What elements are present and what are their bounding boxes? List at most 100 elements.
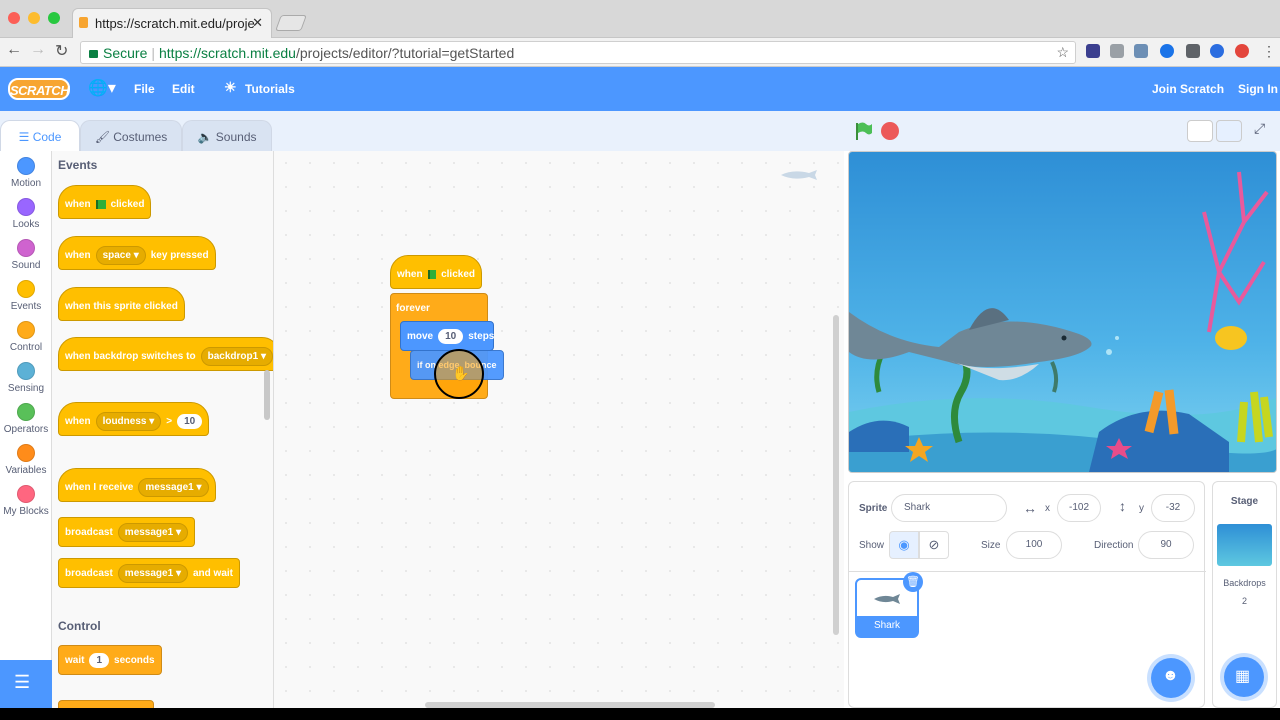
- backdrop-dropdown[interactable]: backdrop1 ▾: [200, 346, 273, 366]
- block-when-i-receive[interactable]: when I receive message1 ▾: [58, 468, 216, 502]
- scratch-logo[interactable]: SCRATCH: [8, 78, 70, 100]
- wait-input[interactable]: 1: [89, 652, 110, 668]
- message-dropdown[interactable]: message1 ▾: [117, 522, 188, 542]
- camera-extension-icon[interactable]: [1110, 44, 1124, 58]
- secure-label: Secure: [103, 45, 148, 61]
- category-motion[interactable]: Motion: [0, 157, 52, 189]
- tab-costumes[interactable]: 🖌 Costumes: [80, 120, 182, 151]
- close-window-icon[interactable]: [8, 12, 20, 24]
- block-text: forever: [396, 303, 430, 314]
- script-move-steps[interactable]: move 10 steps: [400, 321, 494, 351]
- sign-in-link[interactable]: Sign In: [1238, 82, 1278, 96]
- file-menu[interactable]: File: [134, 82, 155, 96]
- search-extension-icon[interactable]: [1210, 44, 1224, 58]
- show-visible-button[interactable]: ◉: [889, 531, 919, 559]
- reload-icon[interactable]: ↻: [55, 41, 68, 61]
- extension-icon-4[interactable]: [1160, 44, 1174, 58]
- key-dropdown[interactable]: space ▾: [95, 245, 146, 265]
- script-area[interactable]: when clicked forever move 10 steps if on …: [274, 151, 1094, 708]
- block-when-sprite-clicked[interactable]: when this sprite clicked: [58, 287, 185, 321]
- category-dot-icon: [17, 239, 35, 257]
- extension-icon-7[interactable]: [1235, 44, 1249, 58]
- extension-icon-3[interactable]: [1134, 44, 1148, 58]
- dropdown-value: space: [102, 249, 131, 261]
- minimize-window-icon[interactable]: [28, 12, 40, 24]
- x-position-input[interactable]: -102: [1057, 494, 1101, 522]
- category-label: Events: [10, 301, 42, 312]
- stage-backdrop-thumbnail[interactable]: [1217, 524, 1272, 566]
- block-broadcast-and-wait[interactable]: broadcast message1 ▾ and wait: [58, 558, 240, 588]
- block-when-backdrop-switches[interactable]: when backdrop switches to backdrop1 ▾: [58, 337, 273, 371]
- forward-arrow-icon[interactable]: →: [30, 41, 46, 59]
- add-extension-icon: ☰: [14, 672, 31, 692]
- lock-icon: [89, 50, 98, 58]
- category-variables[interactable]: Variables: [0, 444, 52, 476]
- tutorials-menu[interactable]: Tutorials: [245, 82, 295, 96]
- direction-input[interactable]: 90: [1138, 531, 1194, 559]
- choose-sprite-button[interactable]: ☻: [1151, 658, 1191, 698]
- delete-sprite-icon[interactable]: 🗑: [903, 572, 923, 592]
- x-arrows-icon: ↔: [1023, 500, 1037, 516]
- script-vertical-scrollbar[interactable]: [833, 315, 839, 635]
- sprite-thumbnail-shark[interactable]: Shark 🗑: [855, 572, 923, 638]
- browser-menu-icon[interactable]: ⋮: [1262, 43, 1276, 60]
- green-flag-button[interactable]: [853, 121, 873, 141]
- category-looks[interactable]: Looks: [0, 198, 52, 230]
- block-text: when I receive: [65, 481, 134, 493]
- block-text: when: [397, 268, 423, 280]
- block-when-loudness[interactable]: when loudness ▾ > 10: [58, 402, 210, 436]
- normal-stage-button[interactable]: [1216, 120, 1242, 142]
- new-tab-button[interactable]: [275, 15, 307, 31]
- y-position-input[interactable]: -32: [1151, 494, 1195, 522]
- loudness-dropdown[interactable]: loudness ▾: [95, 411, 162, 431]
- category-sound[interactable]: Sound: [0, 239, 52, 271]
- stage-canvas[interactable]: [848, 151, 1277, 473]
- message-dropdown[interactable]: message1 ▾: [138, 477, 209, 497]
- stage-header: ⤢: [845, 111, 1280, 151]
- back-arrow-icon[interactable]: ←: [6, 41, 22, 59]
- extension-icon-1[interactable]: [1086, 44, 1100, 58]
- bookmark-star-icon[interactable]: ☆: [1056, 44, 1069, 61]
- small-stage-button[interactable]: [1187, 120, 1213, 142]
- join-scratch-link[interactable]: Join Scratch: [1152, 82, 1224, 96]
- category-events[interactable]: Events: [0, 280, 52, 312]
- stop-button[interactable]: [881, 122, 899, 140]
- scratch-menu-bar: SCRATCH 🌐▾ File Edit ☀ Tutorials Join Sc…: [0, 67, 1280, 111]
- globe-icon[interactable]: 🌐▾: [88, 78, 116, 98]
- edit-menu[interactable]: Edit: [172, 82, 195, 96]
- move-steps-input[interactable]: 10: [438, 328, 464, 344]
- backdrops-count: 2: [1241, 596, 1247, 606]
- fullscreen-icon[interactable]: ⤢: [1254, 120, 1265, 137]
- block-wait-seconds[interactable]: wait 1 seconds: [58, 645, 162, 675]
- show-label: Show: [859, 540, 885, 551]
- robot-extension-icon[interactable]: [1186, 44, 1200, 58]
- block-broadcast[interactable]: broadcast message1 ▾: [58, 517, 195, 547]
- message-dropdown[interactable]: message1 ▾: [117, 563, 188, 583]
- sprite-name-input[interactable]: Shark: [891, 494, 1007, 522]
- category-control[interactable]: Control: [0, 321, 52, 353]
- category-sensing[interactable]: Sensing: [0, 362, 52, 394]
- block-when-key-pressed[interactable]: when space ▾ key pressed: [58, 236, 216, 270]
- browser-tab[interactable]: https://scratch.mit.edu/proje ✕: [72, 8, 272, 38]
- tab-code[interactable]: ☰ Code: [0, 120, 80, 151]
- block-repeat-partial[interactable]: [58, 700, 154, 708]
- block-text: steps: [468, 330, 495, 342]
- loudness-input[interactable]: 10: [177, 413, 203, 429]
- screen: https://scratch.mit.edu/proje ✕ ← → ↻ Se…: [0, 0, 1280, 720]
- grab-hand-cursor-icon: ✋: [452, 365, 470, 381]
- choose-backdrop-button[interactable]: ▦: [1224, 657, 1264, 697]
- palette-scrollbar[interactable]: [264, 370, 270, 420]
- add-extension-button[interactable]: ☰: [0, 660, 52, 708]
- tab-close-icon[interactable]: ✕: [252, 15, 263, 31]
- hide-sprite-button[interactable]: ⊘: [919, 531, 949, 559]
- tab-sounds[interactable]: 🔈 Sounds: [182, 120, 272, 151]
- url-bar[interactable]: Secure | https://scratch.mit.edu/projects/…: [80, 41, 1076, 64]
- block-when-flag-clicked[interactable]: when clicked: [58, 185, 152, 219]
- maximize-window-icon[interactable]: [48, 12, 60, 24]
- script-when-flag-clicked[interactable]: when clicked: [390, 255, 482, 289]
- category-my-blocks[interactable]: My Blocks: [0, 485, 52, 517]
- url-path: /projects/editor/?tutorial=getStarted: [295, 45, 515, 61]
- size-input[interactable]: 100: [1006, 531, 1062, 559]
- category-label: Looks: [12, 219, 40, 230]
- category-operators[interactable]: Operators: [0, 403, 52, 435]
